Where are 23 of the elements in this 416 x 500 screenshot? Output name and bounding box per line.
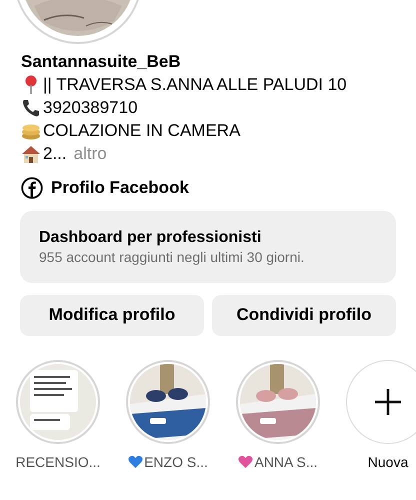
bio-line: 3920389710 bbox=[43, 97, 138, 119]
bio-line: 2... bbox=[43, 143, 67, 165]
dashboard-title: Dashboard per professionisti bbox=[39, 228, 262, 248]
highlight-label: Nuova bbox=[368, 452, 408, 472]
facebook-link[interactable]: Profilo Facebook bbox=[51, 175, 189, 200]
profile-button[interactable]: Condividi profilo bbox=[212, 294, 396, 336]
bio-line: || TRAVERSA S.ANNA ALLE PALUDI 10 bbox=[43, 74, 347, 96]
bio-line: COLAZIONE IN CAMERA bbox=[43, 120, 240, 142]
highlight-label: RECENSIO... bbox=[16, 452, 100, 472]
dashboard-subtitle: 955 account raggiunti negli ultimi 30 giorni. bbox=[39, 248, 306, 266]
dashboard-card[interactable]: Dashboard per professionisti 955 account raggiunti negli ultimi 30 giorni. bbox=[20, 210, 396, 282]
highlight-label: ANNA S... bbox=[254, 452, 318, 472]
plus-icon bbox=[374, 388, 402, 416]
username: Santannasuite_BeB bbox=[21, 51, 182, 73]
profile-button[interactable]: Modifica profilo bbox=[20, 294, 204, 336]
highlight-label: ENZO S... bbox=[144, 452, 208, 472]
pancakes-icon bbox=[21, 122, 41, 140]
heart-icon bbox=[238, 455, 254, 469]
facebook-icon bbox=[21, 176, 43, 199]
phone-icon bbox=[21, 98, 41, 118]
heart-icon bbox=[128, 455, 144, 469]
house-icon bbox=[21, 144, 41, 164]
pin-icon bbox=[23, 74, 39, 94]
